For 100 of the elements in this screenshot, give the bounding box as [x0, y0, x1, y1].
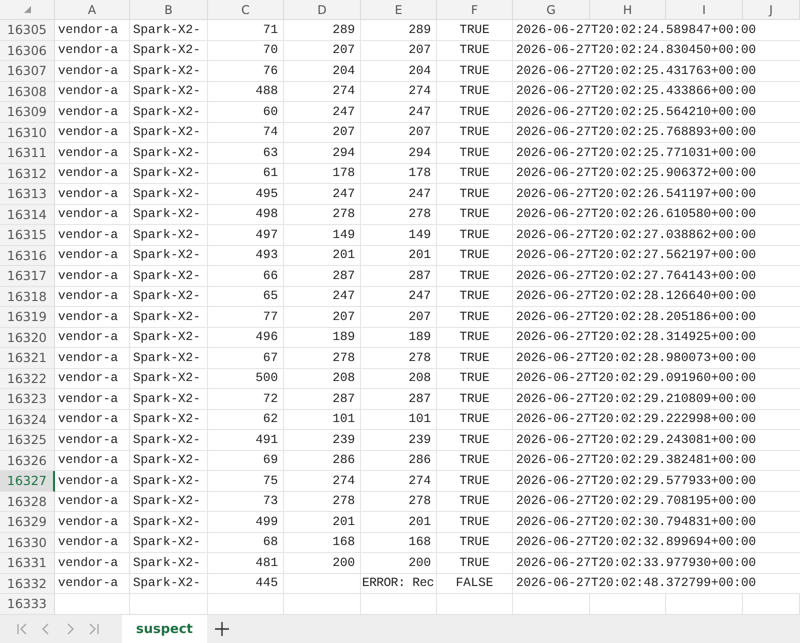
table-cell: Spark-X2-: [130, 40, 208, 61]
row-header[interactable]: 16305: [0, 20, 55, 40]
row-header[interactable]: 16331: [0, 553, 55, 574]
table-cell: 63: [208, 143, 284, 164]
sheet-tab[interactable]: suspect: [122, 615, 207, 643]
table-cell: 294: [284, 143, 361, 164]
row-header[interactable]: 16327: [0, 471, 55, 492]
table-cell: 207: [284, 122, 361, 143]
table-cell: 201: [361, 246, 437, 266]
table-cell: 2026-06-27T20:02:24.830450+00:00: [513, 40, 800, 61]
table-cell: vendor-a: [55, 61, 130, 82]
table-cell: 499: [208, 512, 284, 532]
table-cell: TRUE: [437, 492, 513, 512]
table-cell: 73: [208, 492, 284, 512]
table-cell: 286: [284, 450, 361, 471]
table-cell: 2026-06-27T20:02:29.210809+00:00: [513, 389, 800, 410]
row-header[interactable]: 16308: [0, 82, 55, 102]
table-cell: 294: [361, 143, 437, 164]
table-cell: 287: [284, 266, 361, 286]
table-cell: 101: [361, 410, 437, 430]
table-cell: ERROR: Rec: [361, 574, 437, 594]
table-cell: vendor-a: [55, 204, 130, 225]
table-cell: 2026-06-27T20:02:25.768893+00:00: [513, 122, 800, 143]
table-cell: vendor-a: [55, 471, 130, 492]
row-header[interactable]: 16314: [0, 204, 55, 225]
table-cell: 278: [361, 348, 437, 368]
column-header[interactable]: E: [361, 0, 437, 20]
row-header[interactable]: 16310: [0, 122, 55, 143]
table-cell: 62: [208, 410, 284, 430]
table-cell: Spark-X2-: [130, 368, 208, 389]
column-header[interactable]: B: [130, 0, 208, 20]
table-cell: 2026-06-27T20:02:25.906372+00:00: [513, 164, 800, 184]
table-cell: 149: [361, 225, 437, 246]
table-cell: 247: [284, 286, 361, 307]
table-cell: 204: [284, 61, 361, 82]
row-header[interactable]: 16332: [0, 574, 55, 594]
table-cell: TRUE: [437, 102, 513, 122]
row-header[interactable]: 16321: [0, 348, 55, 368]
select-all-icon[interactable]: [24, 6, 30, 13]
row-header[interactable]: 16329: [0, 512, 55, 532]
row-header[interactable]: 16326: [0, 450, 55, 471]
table-cell: 289: [284, 20, 361, 40]
row-header[interactable]: 16323: [0, 389, 55, 410]
row-header[interactable]: 16306: [0, 40, 55, 61]
table-cell: TRUE: [437, 348, 513, 368]
column-header[interactable]: G: [513, 0, 590, 20]
table-cell: 201: [361, 512, 437, 532]
column-header[interactable]: H: [590, 0, 666, 20]
row-header[interactable]: 16330: [0, 532, 55, 553]
row-header[interactable]: 16311: [0, 143, 55, 164]
row-header[interactable]: 16309: [0, 102, 55, 122]
row-header[interactable]: 16316: [0, 246, 55, 266]
row-header[interactable]: 16333: [0, 594, 55, 614]
table-cell: 2026-06-27T20:02:30.794831+00:00: [513, 512, 800, 532]
column-header[interactable]: I: [666, 0, 743, 20]
row-header[interactable]: 16324: [0, 410, 55, 430]
table-cell: 65: [208, 286, 284, 307]
row-header[interactable]: 16322: [0, 368, 55, 389]
table-cell: vendor-a: [55, 164, 130, 184]
add-sheet-icon[interactable]: [214, 622, 229, 636]
table-cell: TRUE: [437, 204, 513, 225]
table-cell: TRUE: [437, 553, 513, 574]
table-cell: 168: [284, 532, 361, 553]
column-header[interactable]: J: [743, 0, 800, 20]
table-cell: 2026-06-27T20:02:25.564210+00:00: [513, 102, 800, 122]
table-cell: 101: [284, 410, 361, 430]
column-header[interactable]: F: [437, 0, 513, 20]
table-cell: 2026-06-27T20:02:26.610580+00:00: [513, 204, 800, 225]
table-cell: 207: [284, 40, 361, 61]
table-cell: 168: [361, 532, 437, 553]
row-header[interactable]: 16317: [0, 266, 55, 286]
table-cell: TRUE: [437, 122, 513, 143]
row-header[interactable]: 16313: [0, 184, 55, 204]
table-cell: vendor-a: [55, 40, 130, 61]
table-cell: vendor-a: [55, 102, 130, 122]
table-cell: 2026-06-27T20:02:28.314925+00:00: [513, 328, 800, 348]
row-header[interactable]: 16325: [0, 430, 55, 450]
table-cell: TRUE: [437, 225, 513, 246]
row-header[interactable]: 16319: [0, 307, 55, 328]
row-header[interactable]: 16318: [0, 286, 55, 307]
table-cell: 207: [361, 307, 437, 328]
table-cell: 278: [284, 492, 361, 512]
table-cell: 445: [208, 574, 284, 594]
row-header[interactable]: 16307: [0, 61, 55, 82]
table-cell: 74: [208, 122, 284, 143]
row-header[interactable]: 16320: [0, 328, 55, 348]
column-header[interactable]: A: [55, 0, 130, 20]
table-cell: 68: [208, 532, 284, 553]
table-cell: vendor-a: [55, 122, 130, 143]
row-header[interactable]: 16328: [0, 492, 55, 512]
column-header[interactable]: D: [284, 0, 361, 20]
table-cell: 178: [284, 164, 361, 184]
table-cell: 70: [208, 40, 284, 61]
table-cell: TRUE: [437, 61, 513, 82]
row-header[interactable]: 16312: [0, 164, 55, 184]
table-cell: Spark-X2-: [130, 348, 208, 368]
column-header[interactable]: C: [208, 0, 284, 20]
table-cell: 200: [361, 553, 437, 574]
row-header[interactable]: 16315: [0, 225, 55, 246]
table-cell: vendor-a: [55, 286, 130, 307]
